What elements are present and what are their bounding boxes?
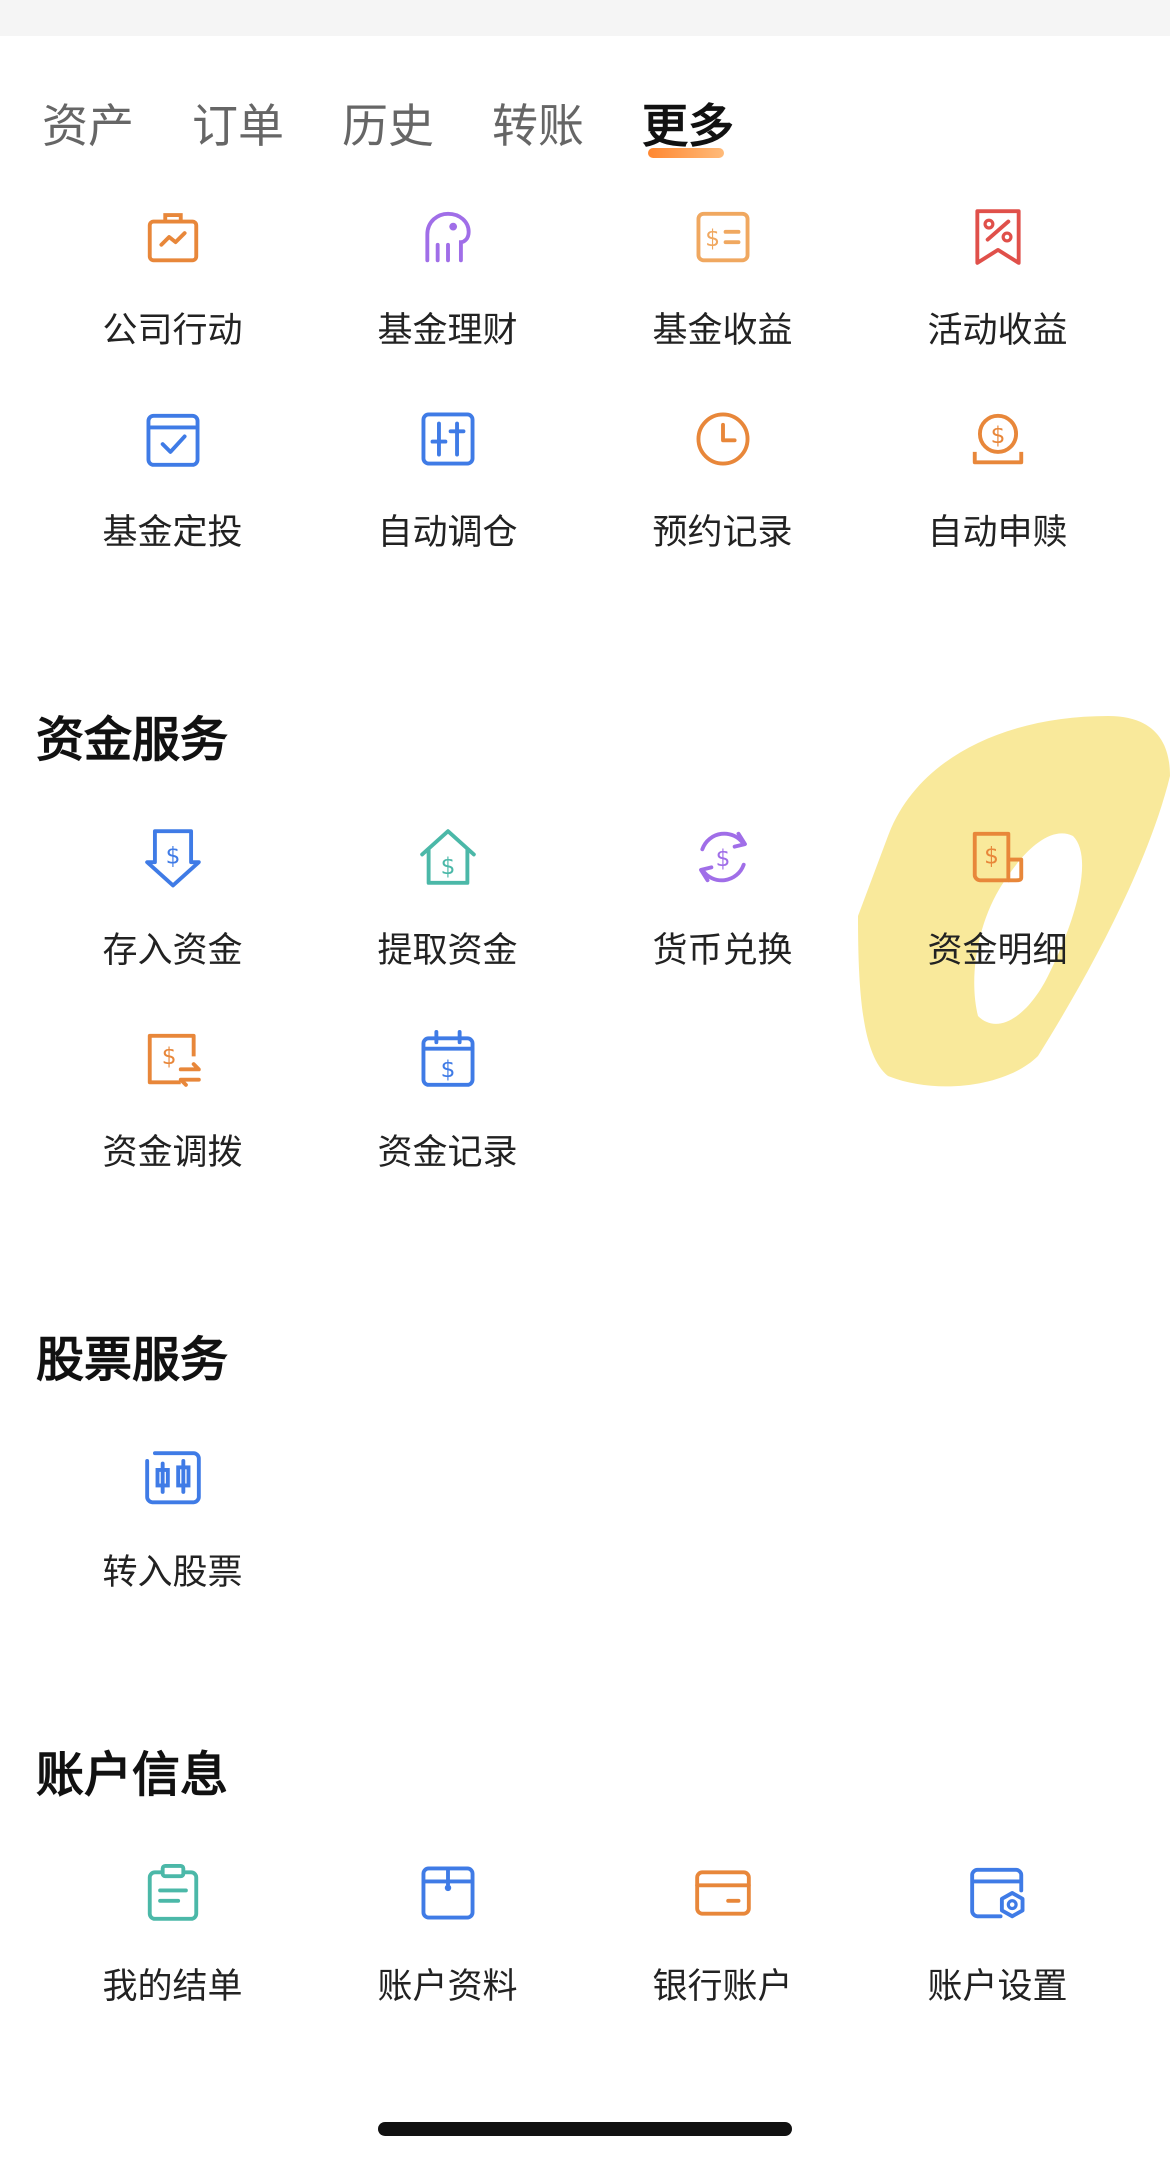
grid-item-currency-exchange[interactable]: $ 货币兑换 [585, 826, 860, 1006]
grid-item-fund-plan[interactable]: 基金定投 [35, 408, 310, 588]
briefcase-chart-icon [147, 213, 199, 263]
svg-text:$: $ [441, 1056, 456, 1083]
grid-item-label: 我的结单 [102, 1967, 243, 2007]
grid-item-corporate-action[interactable]: 公司行动 [35, 206, 310, 386]
tab-history[interactable]: 历史 [342, 90, 434, 156]
grid-item-label: 转入股票 [102, 1553, 243, 1593]
grid-item-label: 货币兑换 [652, 931, 793, 971]
grid-item-label: 资金明细 [927, 931, 1068, 971]
grid-item-label: 自动申赎 [927, 513, 1068, 553]
grid-item-label: 基金理财 [377, 311, 518, 351]
grid-item-label: 活动收益 [927, 311, 1068, 351]
svg-text:$: $ [705, 225, 720, 252]
svg-text:$: $ [441, 853, 456, 880]
grid-item-label: 账户资料 [377, 1967, 518, 2007]
bank-card-icon [695, 1870, 751, 1916]
clock-icon [696, 412, 750, 466]
grid-item-transfer-in-stock[interactable]: 转入股票 [35, 1448, 310, 1628]
grid-item-label: 预约记录 [652, 513, 793, 553]
elephant-icon [425, 211, 471, 263]
tab-transfer[interactable]: 转账 [492, 90, 584, 156]
coin-tray-icon: $ [972, 413, 1024, 465]
fund-transfer-icon: $ [147, 1033, 201, 1087]
grid-item-fund-transfer[interactable]: $ 资金调拨 [35, 1028, 310, 1208]
grid-item-label: 银行账户 [652, 1967, 793, 2007]
grid-item-deposit[interactable]: $ 存入资金 [35, 826, 310, 1006]
section-title-stocks: 股票服务 [36, 1332, 229, 1388]
tab-assets[interactable]: 资产 [42, 90, 134, 156]
candlestick-icon [145, 1451, 201, 1505]
grid-item-withdraw[interactable]: $ 提取资金 [310, 826, 585, 1006]
fund-detail-doc-icon: $ [972, 831, 1024, 883]
grid-item-fund-income[interactable]: $ 基金收益 [585, 206, 860, 386]
currency-exchange-icon: $ [699, 831, 747, 883]
grid-item-account-settings[interactable]: 账户设置 [860, 1862, 1135, 2042]
folder-doc-icon [421, 1866, 475, 1920]
grid-item-label: 公司行动 [102, 311, 243, 351]
svg-text:$: $ [991, 422, 1006, 449]
tab-orders[interactable]: 订单 [192, 90, 284, 156]
status-bar [0, 0, 1170, 36]
deposit-arrow-icon: $ [145, 829, 201, 888]
calendar-check-icon [146, 413, 200, 467]
dollar-ticket-icon: $ [696, 211, 750, 263]
grid-item-bank-account[interactable]: 银行账户 [585, 1862, 860, 2042]
grid-item-label: 基金收益 [652, 311, 793, 351]
tab-more[interactable]: 更多 [642, 90, 734, 158]
sliders-icon [421, 412, 475, 466]
svg-text:$: $ [984, 842, 999, 869]
grid-item-auto-rebalance[interactable]: 自动调仓 [310, 408, 585, 588]
grid-item-appointment[interactable]: 预约记录 [585, 408, 860, 588]
grid-item-fund-detail[interactable]: $ 资金明细 [860, 826, 1135, 1006]
section-title-funds: 资金服务 [36, 712, 229, 768]
section-title-account: 账户信息 [36, 1747, 229, 1803]
withdraw-house-icon: $ [420, 829, 476, 885]
grid-item-my-statement[interactable]: 我的结单 [35, 1862, 310, 2042]
grid-item-activity-income[interactable]: 活动收益 [860, 206, 1135, 386]
svg-text:$: $ [166, 842, 181, 869]
fund-calendar-icon: $ [421, 1029, 475, 1087]
grid-item-fund-wealth[interactable]: 基金理财 [310, 206, 585, 386]
grid-item-label: 基金定投 [102, 513, 243, 553]
grid-item-account-profile[interactable]: 账户资料 [310, 1862, 585, 2042]
tab-bar: 资产 订单 历史 转账 更多 [0, 90, 1170, 180]
grid-item-auto-subscribe[interactable]: $ 自动申赎 [860, 408, 1135, 588]
grid-item-label: 提取资金 [377, 931, 518, 971]
svg-text:$: $ [716, 845, 731, 872]
grid-item-label: 资金调拨 [102, 1133, 243, 1173]
percent-ribbon-icon [975, 209, 1021, 265]
home-indicator[interactable] [378, 2122, 792, 2136]
settings-window-icon [970, 1867, 1025, 1919]
clipboard-icon [147, 1863, 199, 1921]
grid-item-label: 账户设置 [927, 1967, 1068, 2007]
grid-item-label: 自动调仓 [377, 513, 518, 553]
grid-item-label: 资金记录 [377, 1133, 518, 1173]
grid-item-fund-record[interactable]: $ 资金记录 [310, 1028, 585, 1208]
grid-item-label: 存入资金 [102, 931, 243, 971]
svg-text:$: $ [162, 1043, 177, 1070]
